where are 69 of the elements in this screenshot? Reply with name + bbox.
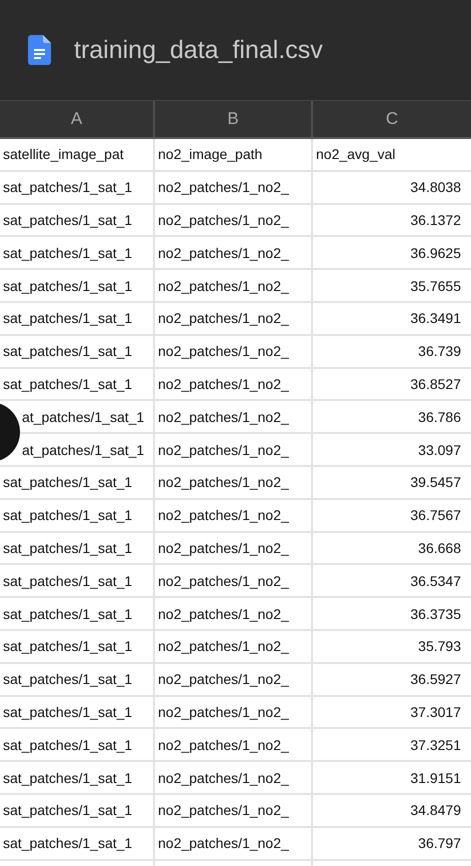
- table-cell-text: 35.7655: [409, 276, 462, 296]
- table-cell: sat_patches/1_sat_1: [0, 598, 155, 629]
- table-cell: sat_patches/1_sat_1: [0, 172, 155, 203]
- table-cell: sat_patches/1_sat_1: [0, 368, 155, 400]
- table-cell-text: 36.3735: [409, 604, 462, 624]
- table-cell: no2_patches/1_no2_: [155, 336, 313, 367]
- table-cell: no2_patches/1_no2_: [155, 729, 313, 760]
- table-cell-text: 36.9625: [409, 244, 462, 263]
- table-cell: no2_patches/1_no2_: [155, 664, 313, 695]
- table-cell-text: 37.3251: [409, 736, 462, 755]
- table-cell-text: 36.8527: [409, 374, 462, 394]
- table-cell-text: 35.793: [417, 637, 462, 656]
- document-icon: [28, 35, 52, 65]
- table-cell: satellite_image_pat: [0, 139, 155, 170]
- table-cell: no2_patches/1_no2_: [155, 532, 313, 564]
- table-cell: no2_patches/1_no2_: [155, 762, 313, 793]
- table-cell: no2_patches/1_no2_: [155, 204, 313, 236]
- table-cell: no2_patches/1_no2_: [155, 828, 313, 859]
- table-cell: no2_patches/1_no2_: [155, 598, 313, 629]
- table-cell-text: 33.097: [417, 440, 462, 460]
- table-cell-text: 34.8038: [409, 178, 462, 198]
- table-cell: sat_patches/1_sat_1: [0, 204, 155, 236]
- column-header[interactable]: C: [313, 101, 471, 137]
- table-cell: no2_patches/1_no2_: [155, 466, 313, 498]
- table-cell: no2_image_path: [155, 139, 313, 170]
- table-cell: sat_patches/1_sat_1: [0, 828, 155, 859]
- table-cell: no2_patches/1_no2_: [155, 565, 313, 596]
- table-cell-text: 39.5457: [409, 473, 462, 492]
- table-cell-text: 36.739: [417, 342, 462, 362]
- table-cell: sat_patches/1_sat_1: [0, 664, 155, 695]
- table-cell: no2_patches/1_no2_: [155, 401, 313, 432]
- table-cell-text: 34.8479: [409, 801, 462, 820]
- table-cell-text: 36.1372: [409, 210, 462, 230]
- table-cell-text: 31.9151: [409, 768, 462, 788]
- table-cell: no2_patches/1_no2_: [155, 302, 313, 334]
- table-cell: no2_patches/1_no2_: [155, 630, 313, 662]
- table-cell-text: 37.3017: [409, 702, 462, 722]
- table-cell: no2_patches/1_no2_: [155, 794, 313, 826]
- table-cell: sat_patches/1_sat_1: [0, 466, 155, 498]
- table-cell-text: 36.5927: [409, 670, 462, 690]
- table-cell: sat_patches/1_sat_1: [0, 630, 155, 662]
- table-cell: sat_patches/1_sat_1: [0, 270, 155, 301]
- table-cell: no2_patches/1_no2_: [155, 237, 313, 268]
- table-cell: no2_patches/1_no2_: [155, 270, 313, 301]
- table-cell: sat_patches/1_sat_1: [0, 696, 155, 728]
- table-cell: sat_patches/1_sat_1: [0, 794, 155, 826]
- table-cell: sat_patches/1_sat_1: [0, 302, 155, 334]
- column-header[interactable]: A: [0, 101, 155, 137]
- table-cell: no2_patches/1_no2_: [155, 172, 313, 203]
- table-cell: sat_patches/1_sat_1: [0, 532, 155, 564]
- table-cell: sat_patches/1_sat_1: [0, 336, 155, 367]
- table-cell: sat_patches/1_sat_1: [0, 762, 155, 793]
- table-cell-text: 36.797: [417, 834, 462, 854]
- table-cell-text: 36.7567: [409, 506, 462, 526]
- window-title: training_data_final.csv: [74, 36, 323, 64]
- table-cell-text: 36.3491: [409, 309, 462, 328]
- table-cell: no2_patches/1_no2_: [155, 368, 313, 400]
- table-cell: sat_patches/1_sat_1: [0, 500, 155, 531]
- table-cell: sat_patches/1_sat_1: [0, 237, 155, 268]
- table-cell: no2_patches/1_no2_: [155, 500, 313, 531]
- table-cell: sat_patches/1_sat_1: [0, 729, 155, 760]
- table-cell-text: no2_avg_val: [315, 145, 396, 164]
- table-cell-text: 36.668: [417, 538, 462, 558]
- column-header[interactable]: B: [155, 101, 313, 137]
- table-cell: no2_patches/1_no2_: [155, 434, 313, 465]
- table-cell-text: 36.786: [417, 408, 462, 427]
- table-cell-text: 36.5347: [409, 572, 462, 591]
- table-cell: no2_patches/1_no2_: [155, 696, 313, 728]
- table-cell: sat_patches/1_sat_1: [0, 565, 155, 596]
